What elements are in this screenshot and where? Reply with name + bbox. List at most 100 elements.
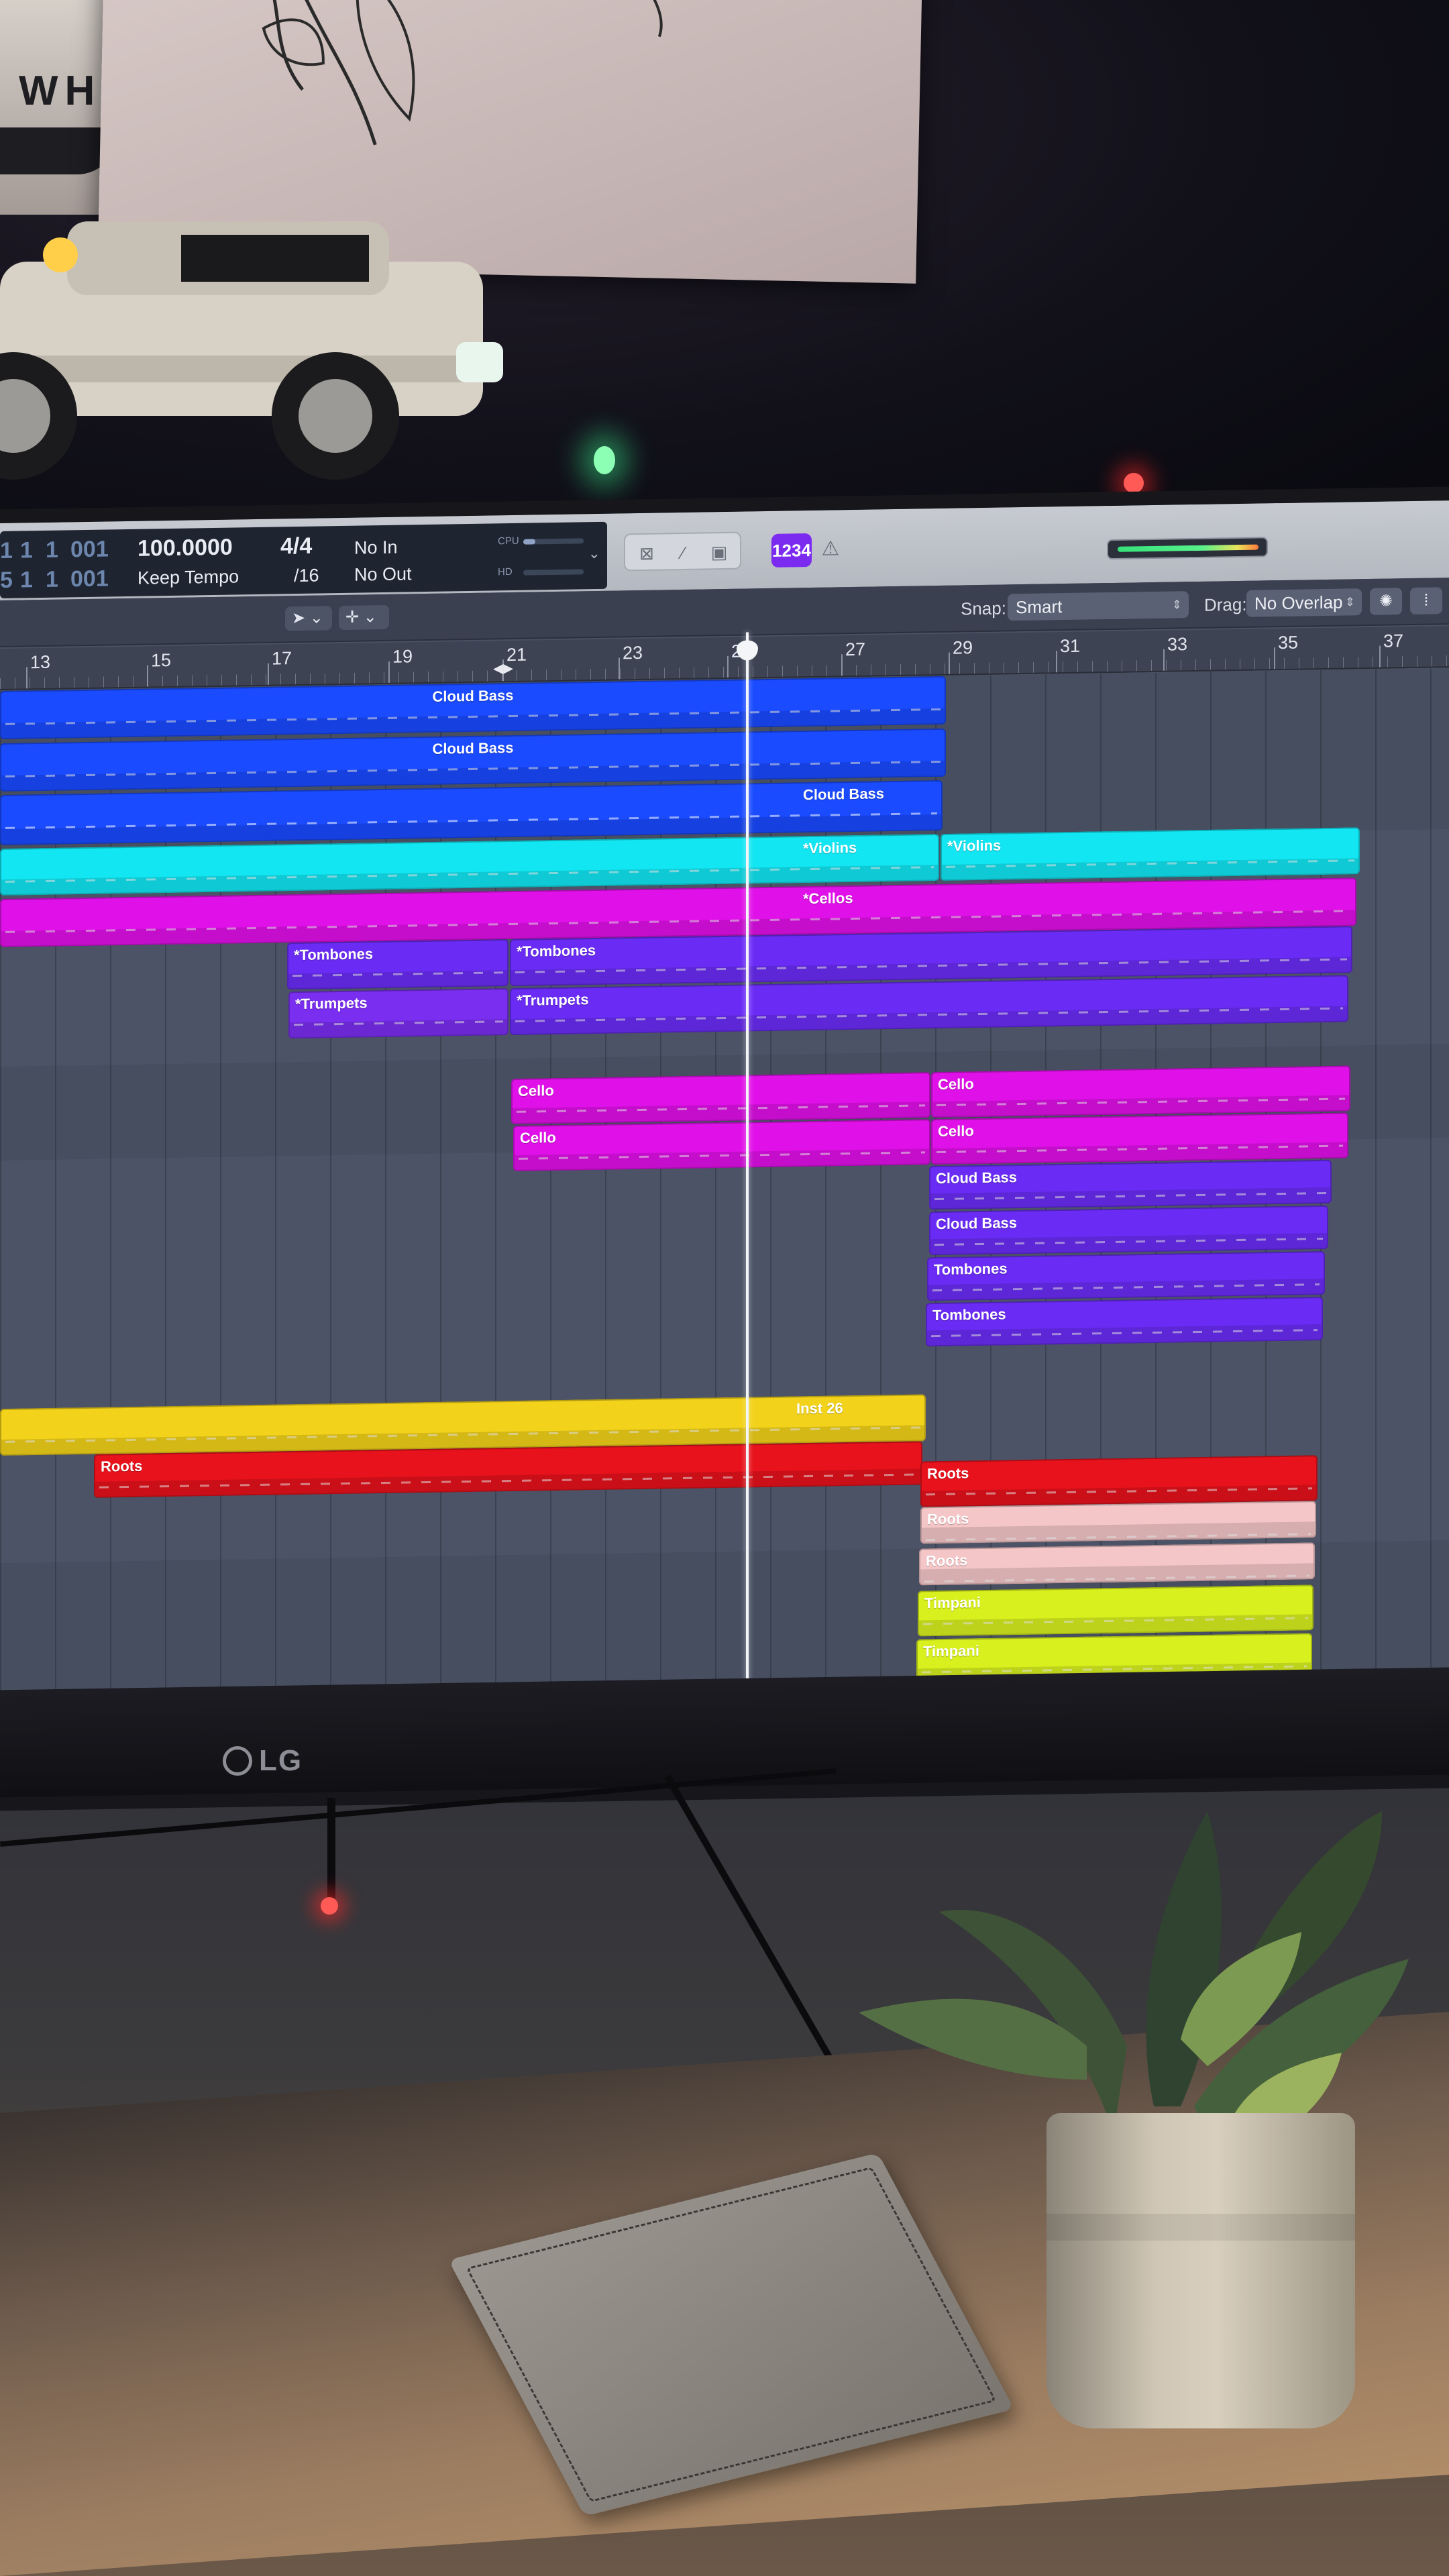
red-led	[321, 1897, 338, 1915]
ruler-bar-label: 15	[151, 649, 172, 671]
playhead[interactable]	[746, 632, 749, 1724]
region-name: Cello	[520, 1128, 556, 1146]
ruler-minor-tick	[915, 663, 916, 675]
brand-text: LG	[259, 1744, 303, 1777]
ruler-minor-tick	[826, 665, 827, 676]
ruler-minor-tick	[251, 674, 252, 686]
pot-band	[1046, 2214, 1355, 2241]
ruler-tick	[268, 663, 269, 685]
leaf-sketch	[262, 0, 663, 146]
ruler-minor-tick	[310, 673, 311, 684]
region-name: Tombones	[934, 1260, 1008, 1279]
ruler-minor-tick	[1328, 657, 1329, 668]
punch-in[interactable]: No In	[354, 537, 398, 559]
tempo-mode[interactable]: Keep Tempo	[138, 566, 239, 588]
ruler-minor-tick	[782, 665, 783, 677]
secondary-tool-icon[interactable]: ✛ ⌄	[339, 604, 389, 631]
ruler-minor-tick	[974, 663, 975, 674]
region[interactable]: Cloud Bass	[929, 1205, 1328, 1256]
master-level-meter	[1107, 537, 1268, 560]
region[interactable]: Cello	[513, 1119, 930, 1171]
cpu-meter	[523, 538, 584, 545]
ruler-minor-tick	[959, 663, 960, 674]
ruler-bar-label: 13	[30, 651, 51, 673]
ruler-tick	[1379, 645, 1381, 667]
region-name: Roots	[927, 1510, 969, 1528]
ruler-tick	[949, 652, 950, 674]
region-name: *Trumpets	[517, 991, 589, 1009]
ruler-minor-tick	[679, 667, 680, 679]
region[interactable]: Timpani	[918, 1585, 1313, 1637]
region[interactable]: *Violins	[941, 827, 1360, 881]
photo-scene: WH 1 1 1 001 5 1 1 001 100.0000 Keep Tem…	[0, 0, 1449, 2576]
monitor-brand: LG	[223, 1744, 303, 1778]
ruler-minor-tick	[177, 675, 178, 686]
region[interactable]: *Trumpets	[288, 988, 508, 1039]
ruler-minor-tick	[162, 676, 163, 687]
ruler-minor-tick	[221, 674, 222, 686]
green-led	[594, 446, 615, 474]
ruler-bar-label: 29	[953, 637, 973, 658]
cycle-marker-icon[interactable]: ◂▸	[493, 656, 513, 680]
region-name: *Violins	[803, 839, 857, 857]
ruler-minor-tick	[605, 668, 606, 680]
plant-pot	[1046, 2113, 1355, 2428]
ruler-minor-tick	[900, 663, 901, 675]
tempo-value[interactable]: 100.0000	[138, 535, 233, 562]
ruler-minor-tick	[531, 669, 532, 681]
snap-select[interactable]: Smart ⇕	[1008, 591, 1189, 621]
ruler-minor-tick	[1092, 661, 1093, 672]
region-name: Timpani	[924, 1594, 981, 1612]
replace-icon[interactable]: ⊠	[635, 541, 659, 566]
catch-icon[interactable]: ⁞	[1410, 587, 1442, 614]
region[interactable]: Cello	[511, 1072, 930, 1125]
waveform-zoom-icon[interactable]: ✺	[1370, 588, 1402, 615]
region-name: Cello	[518, 1082, 554, 1099]
position-time-2: 1	[20, 567, 33, 593]
drag-select[interactable]: No Overlap ⇕	[1246, 588, 1362, 617]
position-time-4: 001	[70, 566, 109, 592]
region-name: Cloud Bass	[936, 1169, 1018, 1187]
lg-logo-icon	[223, 1746, 252, 1776]
ruler-minor-tick	[738, 666, 739, 678]
region[interactable]: Roots	[920, 1501, 1316, 1544]
region[interactable]: *Tombones	[287, 939, 508, 990]
ruler-minor-tick	[708, 667, 709, 678]
ruler-tick	[619, 657, 620, 680]
ruler-minor-tick	[413, 672, 414, 683]
metronome-icon[interactable]: ⚠	[815, 537, 846, 564]
solo-icon[interactable]: ▣	[707, 540, 731, 565]
lcd-chevron-icon[interactable]: ⌄	[588, 545, 600, 562]
drag-label: Drag:	[1204, 594, 1247, 615]
region[interactable]: Cello	[931, 1065, 1350, 1118]
ruler-minor-tick	[398, 672, 399, 683]
ruler-minor-tick	[369, 672, 370, 684]
tracks-area[interactable]: Cloud Bass Cloud Bass Cloud Bass *Violins *V…	[0, 668, 1449, 1724]
red-led	[1124, 473, 1144, 493]
region[interactable]: Roots	[920, 1455, 1318, 1507]
region[interactable]: Tombones	[926, 1297, 1323, 1347]
ruler-tick	[147, 665, 148, 687]
snap-stepper-icon: ⇕	[1171, 598, 1182, 612]
tuner-icon[interactable]: ⁄	[671, 541, 695, 566]
region[interactable]: Cello	[931, 1112, 1348, 1165]
ruler-bar-label: 19	[392, 646, 413, 667]
count-in-button[interactable]: 1234	[771, 533, 812, 568]
region[interactable]: Cloud Bass	[929, 1159, 1332, 1210]
hd-label: HD	[498, 566, 513, 578]
ruler-minor-tick	[664, 667, 665, 679]
ruler-tick	[727, 655, 729, 678]
region-name: *Tombones	[294, 945, 374, 964]
position-bars-2: 1	[20, 537, 33, 564]
time-signature[interactable]: 4/4	[280, 533, 312, 560]
ruler-minor-tick	[280, 674, 281, 685]
region[interactable]: Tombones	[927, 1250, 1325, 1301]
ruler-tick	[26, 667, 28, 689]
punch-out[interactable]: No Out	[354, 564, 412, 585]
ruler-minor-tick	[354, 672, 355, 684]
region[interactable]: Roots	[919, 1542, 1315, 1586]
pointer-tool-icon[interactable]: ➤ ⌄	[285, 606, 332, 631]
division[interactable]: /16	[294, 566, 319, 587]
transport-lcd[interactable]: 1 1 1 001 5 1 1 001 100.0000 Keep Tempo …	[0, 521, 607, 598]
ruler-bar-label: 17	[272, 648, 292, 669]
